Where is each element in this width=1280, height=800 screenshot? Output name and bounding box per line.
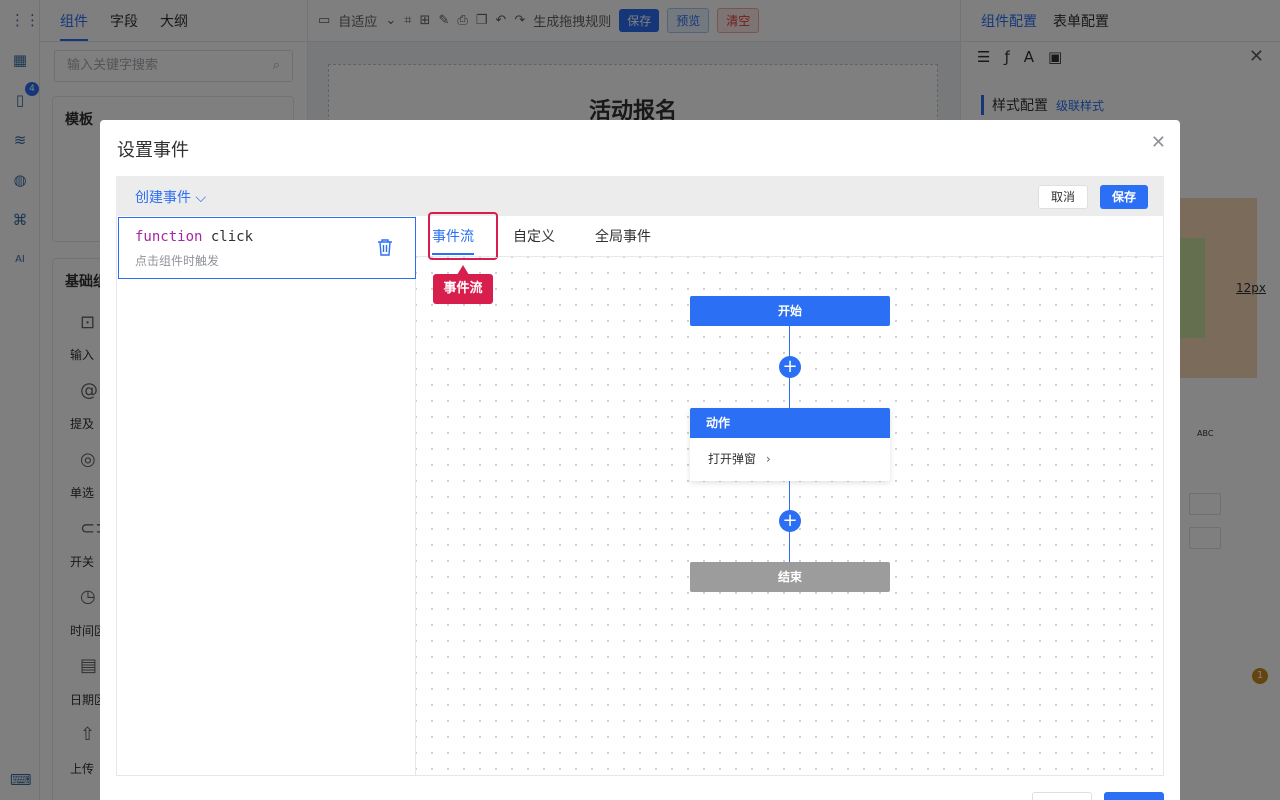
add-node-button[interactable]: + [779,510,801,532]
close-icon[interactable]: ✕ [1151,132,1166,153]
add-node-button[interactable]: + [779,356,801,378]
modal-title: 设置事件 [117,140,189,161]
event-header-bar: 创建事件 ⌵ 取消 保存 [116,176,1164,216]
create-event-button[interactable]: 创建事件 ⌵ [135,187,206,207]
flow-tabs: 事件流 自定义 全局事件 [416,212,1164,260]
event-list: function click 点击组件时触发 [117,216,416,775]
action-item[interactable]: 打开弹窗 › [690,438,890,481]
flow-canvas: 开始 + 动作 打开弹窗 › + 结束 [416,257,1164,775]
function-keyword: function [135,229,203,245]
event-description: 点击组件时触发 [135,254,220,268]
create-event-label: 创建事件 [135,190,191,206]
save-button[interactable]: 保存 [1099,185,1148,209]
action-node-title: 动作 [690,408,890,438]
footer-confirm-button[interactable] [1104,792,1164,800]
event-flow-panel: 事件流 自定义 全局事件 开始 + 动作 打开弹窗 › + 结束 事件流 [416,212,1164,775]
trash-icon[interactable] [377,238,393,256]
tab-highlight-box [428,212,498,260]
action-node[interactable]: 动作 打开弹窗 › [690,408,890,481]
tab-custom[interactable]: 自定义 [513,226,555,246]
event-signature: function click [135,229,253,245]
chevron-down-icon: ⌵ [191,190,207,206]
event-body: function click 点击组件时触发 事件流 自定义 全局事件 开始 + [116,212,1164,776]
action-item-label: 打开弹窗 [708,452,757,466]
event-modal: 设置事件 ✕ 创建事件 ⌵ 取消 保存 function click 点击组件时… [100,120,1180,800]
chevron-right-icon: › [766,452,771,466]
footer-cancel-button[interactable] [1032,792,1092,800]
cancel-button[interactable]: 取消 [1037,185,1088,209]
tab-global-events[interactable]: 全局事件 [595,226,651,246]
end-node[interactable]: 结束 [690,562,890,592]
tab-callout-label: 事件流 [433,265,493,304]
event-name: click [210,229,254,245]
event-list-item[interactable]: function click 点击组件时触发 [118,217,416,279]
start-node[interactable]: 开始 [690,296,890,326]
